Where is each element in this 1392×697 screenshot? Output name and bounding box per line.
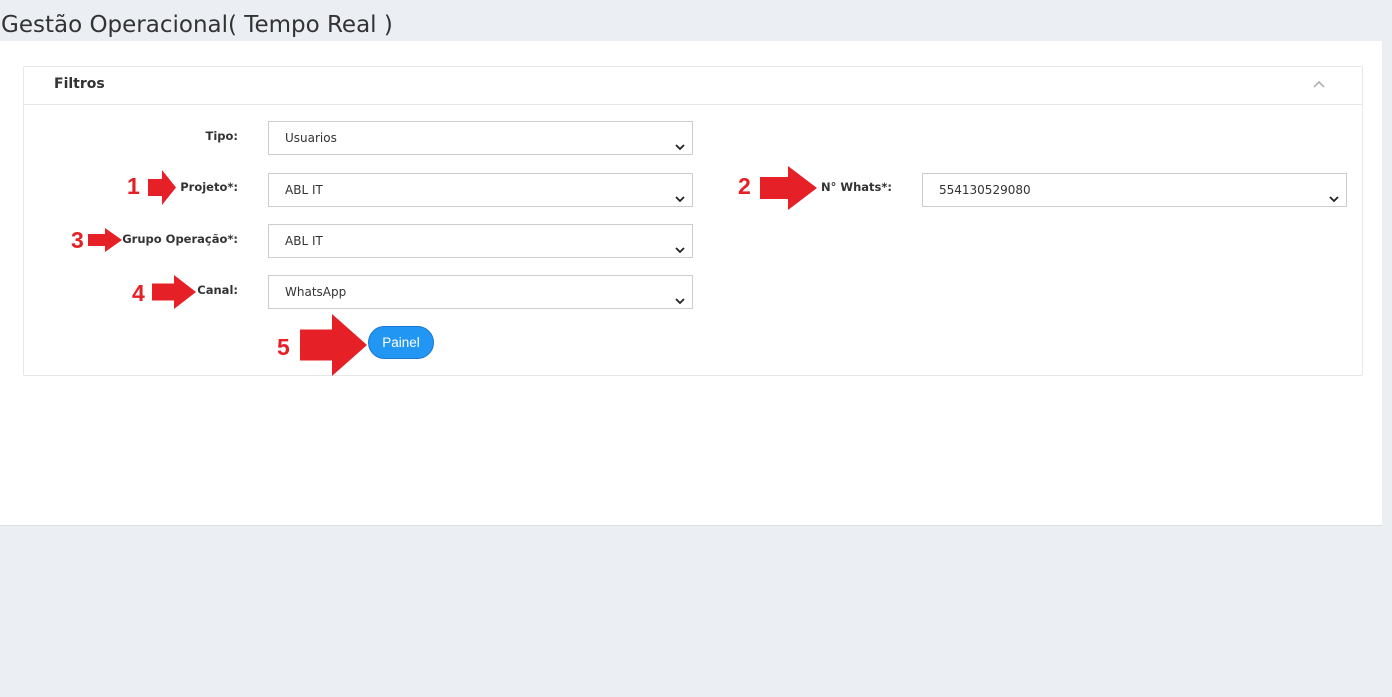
annotation-number-5: 5 bbox=[277, 334, 290, 360]
projeto-select-value: ABL IT bbox=[285, 183, 323, 197]
projeto-select[interactable]: ABL IT bbox=[268, 173, 693, 207]
annotation-arrow-5 bbox=[300, 314, 367, 376]
annotation-number-3: 3 bbox=[71, 227, 84, 253]
annotation-arrow-2 bbox=[760, 166, 817, 210]
annotation-number-2: 2 bbox=[738, 173, 751, 199]
annotation-arrow-4 bbox=[152, 275, 196, 309]
main-content: Filtros Tipo: Usuarios Projeto*: ABL IT … bbox=[0, 41, 1382, 526]
projeto-label: Projeto*: bbox=[180, 180, 238, 194]
canal-label: Canal: bbox=[197, 283, 238, 297]
panel-title: Filtros bbox=[54, 76, 105, 92]
annotation-number-1: 1 bbox=[127, 173, 140, 199]
grupo-operacao-label: Grupo Operação*: bbox=[122, 232, 238, 246]
grupo-operacao-select[interactable]: ABL IT bbox=[268, 224, 693, 258]
annotation-number-4: 4 bbox=[132, 280, 145, 306]
canal-select-value: WhatsApp bbox=[285, 285, 347, 299]
tipo-label: Tipo: bbox=[205, 129, 238, 143]
chevron-down-icon bbox=[674, 287, 686, 305]
canal-select[interactable]: WhatsApp bbox=[268, 275, 693, 309]
annotation-arrow-3 bbox=[88, 228, 122, 252]
chevron-down-icon bbox=[1328, 185, 1340, 203]
tipo-select[interactable]: Usuarios bbox=[268, 121, 693, 155]
painel-button[interactable]: Painel bbox=[368, 326, 434, 359]
grupo-operacao-select-value: ABL IT bbox=[285, 234, 323, 248]
whats-select-value: 554130529080 bbox=[939, 183, 1031, 197]
whats-select[interactable]: 554130529080 bbox=[922, 173, 1347, 207]
annotation-arrow-1 bbox=[148, 170, 176, 205]
whats-label: N° Whats*: bbox=[821, 180, 892, 194]
page-title: Gestão Operacional( Tempo Real ) bbox=[1, 12, 393, 38]
chevron-down-icon bbox=[674, 133, 686, 151]
filters-panel: Filtros Tipo: Usuarios Projeto*: ABL IT … bbox=[23, 66, 1363, 376]
chevron-down-icon bbox=[674, 236, 686, 254]
tipo-select-value: Usuarios bbox=[285, 131, 337, 145]
chevron-down-icon bbox=[674, 185, 686, 203]
filters-panel-header: Filtros bbox=[24, 67, 1362, 105]
chevron-up-icon[interactable] bbox=[1312, 77, 1326, 91]
